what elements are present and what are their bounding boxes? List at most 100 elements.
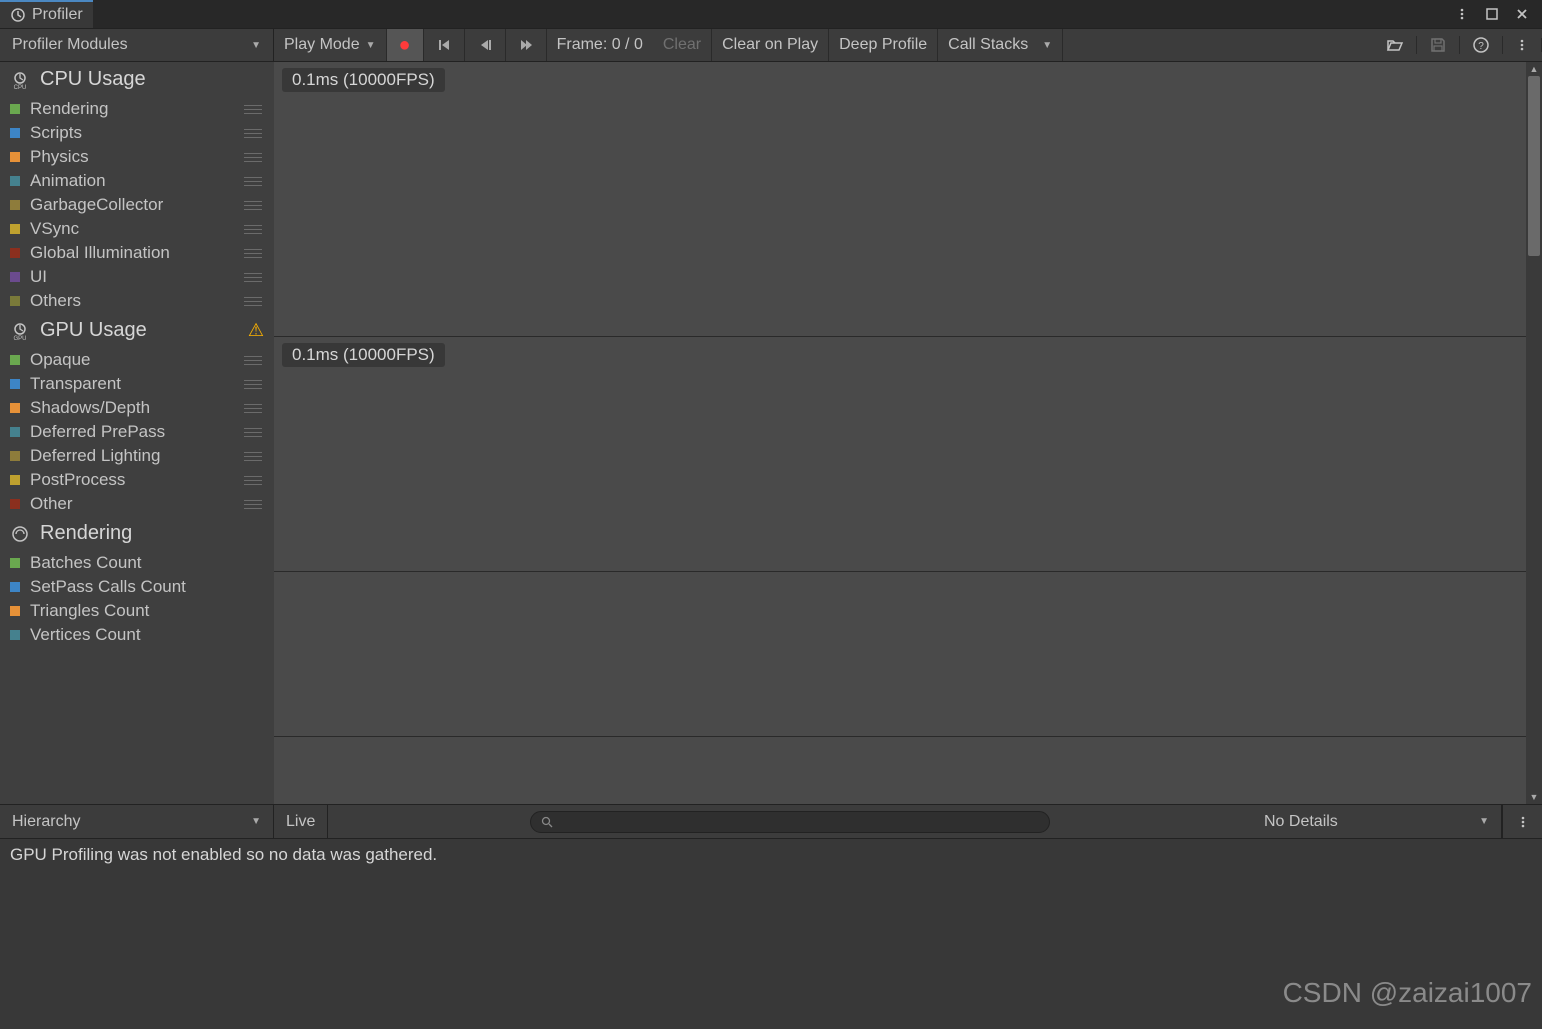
legend-item[interactable]: Deferred PrePass xyxy=(0,420,274,444)
last-frame-button[interactable] xyxy=(506,29,547,61)
legend-item[interactable]: PostProcess xyxy=(0,468,274,492)
warning-icon: ⚠ xyxy=(248,320,264,341)
legend-item[interactable]: Scripts xyxy=(0,121,274,145)
window-controls xyxy=(1442,0,1542,28)
legend-item[interactable]: Deferred Lighting xyxy=(0,444,274,468)
drag-handle-icon[interactable] xyxy=(242,273,264,282)
record-button[interactable]: ● xyxy=(387,29,424,61)
search-container xyxy=(328,805,1252,838)
legend-label: Global Illumination xyxy=(30,243,232,263)
vertical-scrollbar[interactable]: ▲ ▼ xyxy=(1526,62,1542,804)
detail-more-button[interactable] xyxy=(1502,805,1542,838)
drag-handle-icon[interactable] xyxy=(242,404,264,413)
module-header[interactable]: CPUCPU Usage xyxy=(0,62,274,97)
drag-handle-icon[interactable] xyxy=(242,177,264,186)
render-icon xyxy=(10,524,30,544)
chevron-down-icon: ▼ xyxy=(1479,816,1489,827)
more-vertical-icon xyxy=(1515,38,1529,52)
legend-item[interactable]: Opaque xyxy=(0,348,274,372)
scrollbar-thumb[interactable] xyxy=(1528,76,1540,256)
legend-label: Others xyxy=(30,291,232,311)
legend-item[interactable]: Physics xyxy=(0,145,274,169)
drag-handle-icon[interactable] xyxy=(242,500,264,509)
save-profile-button[interactable] xyxy=(1417,36,1460,54)
drag-handle-icon[interactable] xyxy=(242,105,264,114)
live-button[interactable]: Live xyxy=(274,805,328,838)
first-frame-button[interactable] xyxy=(424,29,465,61)
more-icon[interactable] xyxy=(1452,4,1472,24)
legend-item[interactable]: Transparent xyxy=(0,372,274,396)
detail-toolbar: Hierarchy ▼ Live No Details ▼ xyxy=(0,805,1542,839)
legend-item[interactable]: GarbageCollector xyxy=(0,193,274,217)
drag-handle-icon[interactable] xyxy=(242,380,264,389)
watermark: CSDN @zaizai1007 xyxy=(1283,977,1532,1009)
color-swatch xyxy=(10,475,20,485)
maximize-icon[interactable] xyxy=(1482,4,1502,24)
drag-handle-icon[interactable] xyxy=(242,297,264,306)
search-field[interactable] xyxy=(530,811,1050,833)
drag-handle-icon[interactable] xyxy=(242,153,264,162)
scroll-down-icon[interactable]: ▼ xyxy=(1526,790,1542,804)
drag-handle-icon[interactable] xyxy=(242,452,264,461)
drag-handle-icon[interactable] xyxy=(242,225,264,234)
clear-on-play-button[interactable]: Clear on Play xyxy=(712,29,829,61)
drag-handle-icon[interactable] xyxy=(242,428,264,437)
context-menu-button[interactable] xyxy=(1503,38,1542,52)
legend-item[interactable]: Vertices Count xyxy=(0,623,274,647)
chevron-down-icon: ▼ xyxy=(251,40,261,51)
drag-handle-icon[interactable] xyxy=(242,129,264,138)
drag-handle-icon[interactable] xyxy=(242,201,264,210)
legend-item[interactable]: Global Illumination xyxy=(0,241,274,265)
legend-item[interactable]: UI xyxy=(0,265,274,289)
open-profile-button[interactable] xyxy=(1374,36,1417,54)
legend-item[interactable]: Rendering xyxy=(0,97,274,121)
drag-handle-icon[interactable] xyxy=(242,356,264,365)
profiler-modules-dropdown[interactable]: Profiler Modules ▼ xyxy=(0,29,274,61)
legend-item[interactable]: Triangles Count xyxy=(0,599,274,623)
prev-frame-button[interactable] xyxy=(465,29,506,61)
color-swatch xyxy=(10,128,20,138)
legend-label: Transparent xyxy=(30,374,232,394)
color-swatch xyxy=(10,379,20,389)
tab-profiler[interactable]: Profiler xyxy=(0,0,93,28)
color-swatch xyxy=(10,451,20,461)
drag-handle-icon[interactable] xyxy=(242,476,264,485)
module-sidebar: CPUCPU UsageRenderingScriptsPhysicsAnima… xyxy=(0,62,274,804)
deep-profile-button[interactable]: Deep Profile xyxy=(829,29,938,61)
module-header[interactable]: GPUGPU Usage⚠ xyxy=(0,313,274,348)
no-details-dropdown[interactable]: No Details ▼ xyxy=(1252,805,1502,838)
play-mode-dropdown[interactable]: Play Mode ▼ xyxy=(274,29,387,61)
help-button[interactable]: ? xyxy=(1460,36,1503,54)
call-stacks-label: Call Stacks xyxy=(948,36,1028,54)
hierarchy-dropdown[interactable]: Hierarchy ▼ xyxy=(0,805,274,838)
legend-item[interactable]: Shadows/Depth xyxy=(0,396,274,420)
titlebar: Profiler xyxy=(0,0,1542,28)
toolbar-right-icons: ? xyxy=(1374,29,1542,61)
legend-item[interactable]: Others xyxy=(0,289,274,313)
chevron-down-icon: ▼ xyxy=(251,816,261,827)
legend-item[interactable]: Batches Count xyxy=(0,551,274,575)
close-icon[interactable] xyxy=(1512,4,1532,24)
clear-button[interactable]: Clear xyxy=(653,29,712,61)
call-stacks-dropdown[interactable]: Call Stacks ▼ xyxy=(938,29,1063,61)
legend-label: UI xyxy=(30,267,232,287)
toolbar-spacer xyxy=(1063,29,1374,61)
legend-item[interactable]: VSync xyxy=(0,217,274,241)
legend-item[interactable]: Animation xyxy=(0,169,274,193)
graph-section[interactable]: 0.1ms (10000FPS) xyxy=(274,62,1542,337)
graph-section[interactable] xyxy=(274,572,1542,737)
chevron-down-icon: ▼ xyxy=(1042,40,1052,51)
module-items: OpaqueTransparentShadows/DepthDeferred P… xyxy=(0,348,274,516)
legend-item[interactable]: SetPass Calls Count xyxy=(0,575,274,599)
search-input[interactable] xyxy=(559,814,1039,830)
legend-label: SetPass Calls Count xyxy=(30,577,264,597)
graph-section[interactable]: 0.1ms (10000FPS) xyxy=(274,337,1542,572)
scroll-up-icon[interactable]: ▲ xyxy=(1526,62,1542,76)
color-swatch xyxy=(10,224,20,234)
drag-handle-icon[interactable] xyxy=(242,249,264,258)
profiler-icon xyxy=(10,7,26,23)
no-details-label: No Details xyxy=(1264,813,1338,831)
legend-item[interactable]: Other xyxy=(0,492,274,516)
module-header[interactable]: Rendering xyxy=(0,516,274,551)
search-icon xyxy=(541,816,553,828)
